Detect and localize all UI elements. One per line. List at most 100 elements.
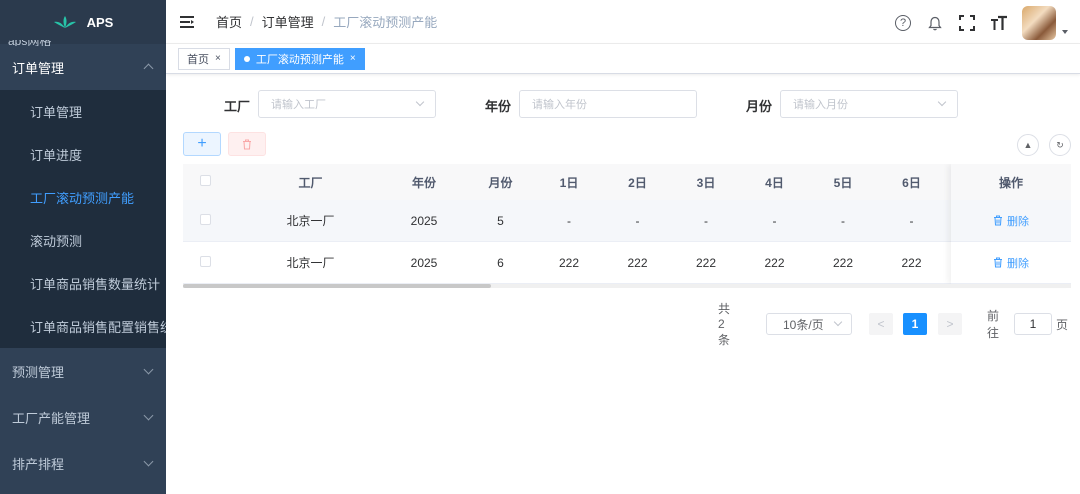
cell-day6: - xyxy=(909,213,914,228)
menu-group-forecast[interactable]: 预测管理 xyxy=(0,348,166,394)
menu-group-capacity[interactable]: 工厂产能管理 xyxy=(0,394,166,440)
chevron-down-icon xyxy=(143,410,154,420)
fixed-action-column: 操作 删除 删除 xyxy=(951,164,1071,284)
row-checkbox-cell xyxy=(183,213,228,228)
column-header: 3日 xyxy=(696,175,716,190)
row-delete-button[interactable]: 删除 xyxy=(951,242,1071,284)
month-placeholder: 请输入月份 xyxy=(793,99,848,111)
sidebar-item-order-manage[interactable]: 订单管理 xyxy=(0,90,166,133)
next-page-button[interactable]: > xyxy=(938,313,962,335)
sidebar-item-factory-rolling-capacity[interactable]: 工厂滚动预测产能 xyxy=(0,176,166,219)
year-placeholder: 请输入年份 xyxy=(532,99,587,111)
clipped-menu-item[interactable]: aps网格 xyxy=(8,40,51,46)
column-header: 月份 xyxy=(488,175,513,190)
close-icon[interactable]: × xyxy=(215,53,221,64)
month-label: 月份 xyxy=(746,99,773,114)
trash-icon xyxy=(994,257,1002,268)
cell-day3: - xyxy=(704,213,708,228)
toggle-search-button[interactable]: ▲ xyxy=(1017,134,1039,156)
column-header: 工厂 xyxy=(298,175,323,190)
avatar[interactable] xyxy=(1022,6,1056,40)
column-header: 4日 xyxy=(765,175,784,190)
cell-factory: 北京一厂 xyxy=(286,214,335,228)
header-actions: ? xyxy=(894,6,1068,40)
fullscreen-icon[interactable] xyxy=(958,14,976,32)
breadcrumb-section[interactable]: 订单管理 xyxy=(262,12,314,31)
logo-text: APS xyxy=(86,14,114,30)
factory-placeholder: 请输入工厂 xyxy=(271,99,326,111)
delete-button[interactable] xyxy=(228,132,266,156)
chevron-down-icon xyxy=(143,456,154,466)
delete-label: 删除 xyxy=(1007,215,1029,228)
chevron-down-icon xyxy=(937,97,947,107)
page-size-select[interactable]: 10条/页 xyxy=(766,313,852,335)
cell-month: 6 xyxy=(497,255,504,270)
scrollbar-thumb[interactable] xyxy=(183,284,491,288)
cell-factory: 北京一厂 xyxy=(286,256,335,270)
sidebar-item-order-progress[interactable]: 订单进度 xyxy=(0,133,166,176)
cell-day3: 222 xyxy=(695,255,717,270)
cell-month: 5 xyxy=(497,213,504,228)
column-header: 年份 xyxy=(411,175,436,190)
column-header: 5日 xyxy=(833,175,853,190)
row-delete-button[interactable]: 删除 xyxy=(951,200,1071,242)
cell-year: 2025 xyxy=(410,213,438,228)
tag-label: 首页 xyxy=(187,53,209,66)
refresh-button[interactable]: ↻ xyxy=(1049,134,1071,156)
tag-factory-rolling-capacity[interactable]: 工厂滚动预测产能 × xyxy=(234,47,365,70)
sidebar-item-rolling-forecast[interactable]: 滚动预测 xyxy=(0,219,166,262)
close-icon[interactable]: × xyxy=(350,53,356,64)
tag-home[interactable]: 首页 × xyxy=(178,47,230,70)
chevron-down-icon xyxy=(415,97,425,107)
breadcrumb-current: 工厂滚动预测产能 xyxy=(333,15,438,30)
column-header: 1日 xyxy=(559,175,579,190)
trash-icon xyxy=(994,215,1002,226)
factory-select[interactable]: 请输入工厂 xyxy=(258,90,436,118)
breadcrumb-separator: / xyxy=(250,14,254,29)
row-checkbox-cell xyxy=(183,255,228,270)
help-icon[interactable]: ? xyxy=(894,14,912,32)
logo-icon xyxy=(53,16,76,28)
menu-group-scheduling[interactable]: 排产排程 xyxy=(0,440,166,486)
hamburger-icon[interactable] xyxy=(180,15,194,28)
menu-group-label: 预测管理 xyxy=(12,364,65,380)
logo[interactable]: APS aps网格 xyxy=(0,0,166,46)
menu-group-label: 排产排程 xyxy=(12,456,65,472)
year-input[interactable]: 请输入年份 xyxy=(519,90,697,118)
sidebar: APS aps网格 订单管理 订单管理 订单进度 工厂滚动预测产能 滚动预测 订… xyxy=(0,0,166,494)
cell-day5: - xyxy=(841,213,845,228)
horizontal-scrollbar[interactable] xyxy=(183,284,1071,288)
trash-icon xyxy=(243,139,251,149)
cell-day2: - xyxy=(635,213,640,228)
sidebar-item-sales-quantity-stats[interactable]: 订单商品销售数量统计 xyxy=(0,262,166,305)
row-checkbox[interactable] xyxy=(200,213,211,225)
caret-down-icon[interactable] xyxy=(1062,30,1068,34)
add-button[interactable]: + xyxy=(183,132,221,156)
goto-page-input[interactable]: 1 xyxy=(1014,313,1052,335)
prev-page-button[interactable]: < xyxy=(869,313,893,335)
table-row[interactable]: 北京一厂 2025 6 222 222 222 222 222 222 222 xyxy=(183,242,1071,284)
menu-group-label: 订单管理 xyxy=(12,60,65,76)
row-checkbox[interactable] xyxy=(200,255,211,267)
menu-group-order[interactable]: 订单管理 xyxy=(0,44,166,90)
factory-label: 工厂 xyxy=(224,99,251,114)
tags-view: 首页 × 工厂滚动预测产能 × xyxy=(166,44,1080,74)
font-size-icon[interactable] xyxy=(990,14,1008,32)
goto-suffix: 页 xyxy=(1056,317,1069,332)
cell-day5: 222 xyxy=(832,255,854,270)
month-select[interactable]: 请输入月份 xyxy=(780,90,958,118)
breadcrumb-separator: / xyxy=(321,14,326,29)
table-header: 工厂 年份 月份 1日 2日 3日 4日 5日 6日 7日 xyxy=(183,164,1071,200)
column-header: 6日 xyxy=(902,175,921,190)
navbar: 首页 / 订单管理 / 工厂滚动预测产能 ? xyxy=(166,0,1080,44)
cell-day1: 222 xyxy=(558,255,580,270)
tag-label: 工厂滚动预测产能 xyxy=(255,53,344,66)
breadcrumb: 首页 / 订单管理 / 工厂滚动预测产能 xyxy=(216,12,437,31)
bell-icon[interactable] xyxy=(926,14,944,32)
table-row[interactable]: 北京一厂 2025 5 - - - - - - - xyxy=(183,200,1071,242)
sidebar-item-sales-config-stats[interactable]: 订单商品销售配置销售统计 xyxy=(0,305,166,348)
select-all-checkbox[interactable] xyxy=(200,175,211,186)
breadcrumb-home[interactable]: 首页 xyxy=(216,12,242,31)
cell-day4: - xyxy=(772,213,777,228)
page-1-button[interactable]: 1 xyxy=(903,313,927,335)
